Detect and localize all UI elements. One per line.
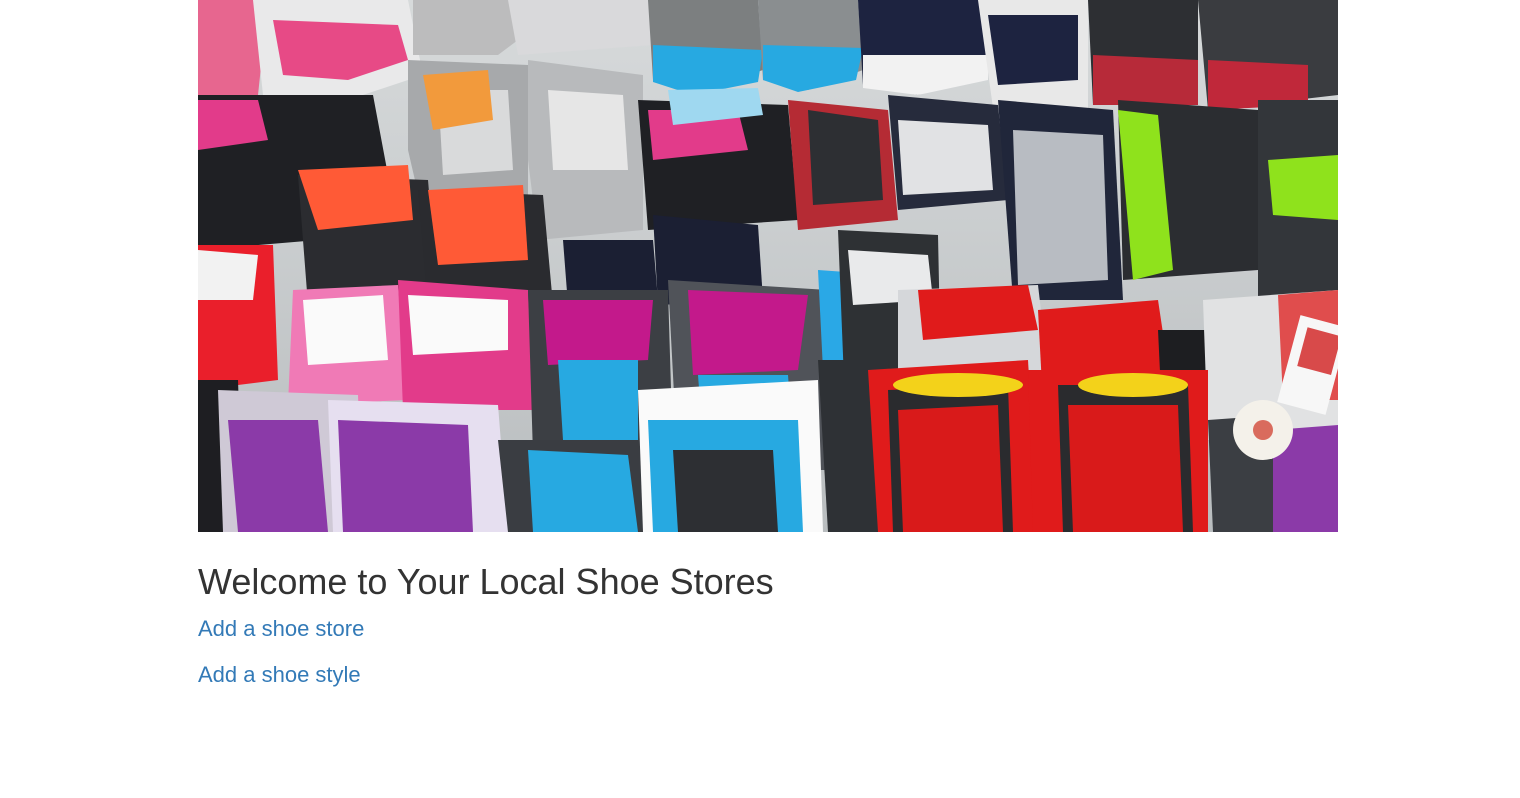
hero-image (198, 0, 1338, 532)
shoes-photo-illustration (198, 0, 1338, 532)
page-title: Welcome to Your Local Shoe Stores (198, 561, 774, 602)
add-shoe-style-link[interactable]: Add a shoe style (198, 662, 1338, 688)
page-container: Welcome to Your Local Shoe Stores Add a … (198, 0, 1338, 688)
action-links: Add a shoe store Add a shoe style (198, 616, 1338, 688)
add-shoe-store-link[interactable]: Add a shoe store (198, 616, 1338, 642)
